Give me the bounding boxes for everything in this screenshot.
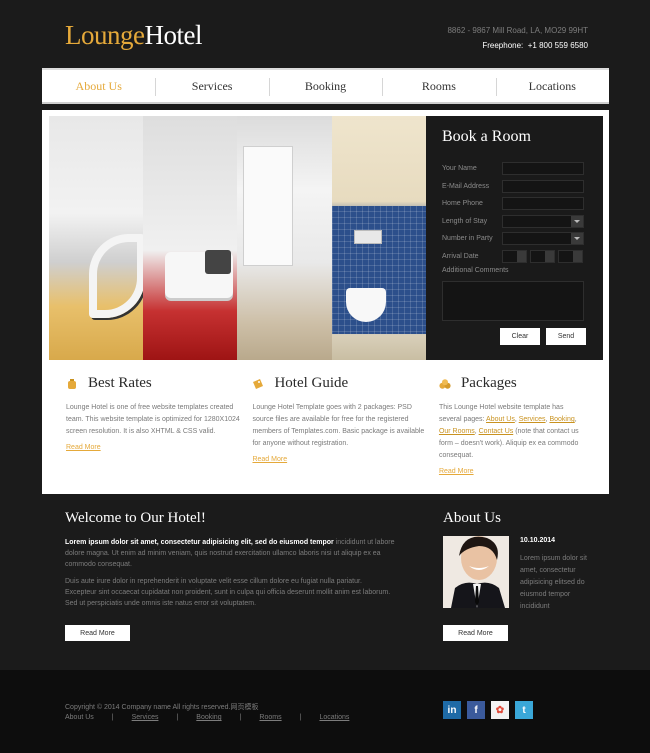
logo[interactable]: LoungeHotel bbox=[65, 20, 202, 51]
welcome-read-more-button[interactable]: Read More bbox=[65, 625, 130, 641]
read-more-link[interactable]: Read More bbox=[439, 468, 586, 475]
read-more-link[interactable]: Read More bbox=[252, 456, 428, 463]
about-read-more-button[interactable]: Read More bbox=[443, 625, 508, 641]
hero-strip-lounge bbox=[143, 116, 237, 360]
footer-link-rooms[interactable]: Rooms bbox=[259, 714, 281, 721]
footer-separator: | bbox=[299, 714, 302, 721]
coins-icon bbox=[439, 378, 451, 389]
linkedin-icon[interactable]: in bbox=[443, 701, 461, 719]
feature-title: Best Rates bbox=[88, 375, 152, 391]
footer-link-booking[interactable]: Booking bbox=[196, 714, 221, 721]
ticket-icon bbox=[253, 378, 264, 389]
hero-strip-living-room bbox=[49, 116, 143, 360]
stay-label: Length of Stay bbox=[442, 217, 488, 225]
booking-title: Book a Room bbox=[442, 128, 531, 145]
staff-photo bbox=[443, 536, 509, 608]
link-about-us[interactable]: About Us bbox=[486, 416, 515, 423]
link-services[interactable]: Services bbox=[519, 416, 546, 423]
footer: Copyright © 2014 Company name All rights… bbox=[0, 670, 650, 753]
feature-text: This Lounge Hotel website template has s… bbox=[438, 404, 579, 459]
logo-part2: Hotel bbox=[144, 20, 202, 50]
window-shape bbox=[243, 146, 293, 266]
footer-link-about-us[interactable]: About Us bbox=[65, 714, 94, 721]
chair-shape bbox=[89, 234, 143, 318]
welcome-paragraph: Duis aute irure dolor in reprehenderit i… bbox=[65, 578, 391, 607]
staff-portrait-icon bbox=[443, 536, 509, 608]
copyright: Copyright © 2014 Company name All rights… bbox=[65, 704, 259, 711]
nav-about-us[interactable]: About Us bbox=[42, 70, 155, 102]
main-panel: Book a Room Your Name E-Mail Address Hom… bbox=[42, 110, 609, 494]
comments-textarea[interactable] bbox=[442, 281, 584, 321]
welcome-section: Welcome to Our Hotel! Lorem ipsum dolor … bbox=[65, 510, 395, 609]
footer-separator: | bbox=[111, 714, 114, 721]
nav-locations[interactable]: Locations bbox=[495, 70, 609, 102]
hero-strip-hall bbox=[237, 116, 332, 360]
feature-title: Packages bbox=[460, 375, 517, 391]
phone-label: Home Phone bbox=[442, 200, 483, 208]
arrival-date bbox=[502, 249, 583, 263]
freephone-number: +1 800 559 6580 bbox=[527, 41, 588, 50]
comments-label: Additional Comments bbox=[442, 267, 509, 274]
feature-text: Lounge Hotel Template goes with 2 packag… bbox=[252, 404, 425, 447]
booking-form: Book a Room Your Name E-Mail Address Hom… bbox=[426, 116, 603, 360]
features: Best Rates Lounge Hotel is one of free w… bbox=[66, 375, 596, 475]
feature-hotel-guide: Hotel Guide Lounge Hotel Template goes w… bbox=[252, 375, 438, 475]
feature-text: Lounge Hotel is one of free website temp… bbox=[66, 404, 240, 435]
picasa-icon[interactable]: ✿ bbox=[491, 701, 509, 719]
email-label: E-Mail Address bbox=[442, 182, 490, 190]
about-date: 10.10.2014 bbox=[520, 537, 556, 544]
footer-separator: | bbox=[239, 714, 242, 721]
contact-info: 8862 - 9867 Mill Road, LA, MO29 99HT Fre… bbox=[447, 23, 588, 53]
arrival-day-select[interactable] bbox=[530, 249, 555, 263]
party-label: Number in Party bbox=[442, 235, 493, 243]
about-title: About Us bbox=[443, 510, 501, 526]
name-label: Your Name bbox=[442, 165, 477, 173]
nav-services[interactable]: Services bbox=[155, 70, 268, 102]
welcome-lead-bold: Lorem ipsum dolor sit amet, consectetur … bbox=[65, 539, 334, 546]
freephone: Freephone: +1 800 559 6580 bbox=[447, 38, 588, 53]
date-label: Arrival Date bbox=[442, 252, 479, 260]
logo-part1: Lounge bbox=[65, 20, 145, 50]
about-section: About Us 10.10.2014 Lorem ipsum dolor si… bbox=[443, 510, 593, 610]
link-contact-us[interactable]: Contact Us bbox=[479, 428, 514, 435]
phone-field[interactable] bbox=[502, 197, 584, 211]
footer-links: About Us | Services | Booking | Rooms | … bbox=[65, 714, 349, 721]
about-text: Lorem ipsum dolor sit amet, consectetur … bbox=[520, 555, 587, 610]
chevron-down-icon bbox=[574, 237, 580, 241]
chevron-down-icon bbox=[574, 219, 580, 223]
send-button[interactable]: Send bbox=[546, 328, 586, 345]
party-select[interactable] bbox=[502, 232, 584, 246]
stay-select[interactable] bbox=[502, 214, 584, 228]
main-nav: About Us Services Booking Rooms Location… bbox=[42, 68, 609, 104]
feature-title: Hotel Guide bbox=[274, 375, 349, 391]
money-bag-icon bbox=[68, 378, 76, 389]
feature-best-rates: Best Rates Lounge Hotel is one of free w… bbox=[66, 375, 252, 475]
pillow-shape bbox=[205, 250, 231, 274]
twitter-icon[interactable]: t bbox=[515, 701, 533, 719]
welcome-title: Welcome to Our Hotel! bbox=[65, 510, 206, 526]
address: 8862 - 9867 Mill Road, LA, MO29 99HT bbox=[447, 26, 588, 35]
link-our-rooms[interactable]: Our Rooms bbox=[439, 428, 475, 435]
hero-strip-bathroom bbox=[332, 116, 426, 360]
footer-link-services[interactable]: Services bbox=[132, 714, 159, 721]
social-links: in f ✿ t bbox=[443, 701, 533, 719]
read-more-link[interactable]: Read More bbox=[66, 444, 242, 451]
nav-rooms[interactable]: Rooms bbox=[382, 70, 495, 102]
freephone-label: Freephone: bbox=[482, 41, 524, 50]
footer-link-locations[interactable]: Locations bbox=[319, 714, 349, 721]
nav-booking[interactable]: Booking bbox=[268, 70, 382, 102]
arrival-month-select[interactable] bbox=[502, 249, 527, 263]
hero-image bbox=[49, 116, 426, 360]
email-field[interactable] bbox=[502, 179, 584, 193]
feature-packages: Packages This Lounge Hotel website templ… bbox=[439, 375, 596, 475]
arrival-year-select[interactable] bbox=[558, 249, 583, 263]
clear-button[interactable]: Clear bbox=[500, 328, 540, 345]
name-field[interactable] bbox=[502, 162, 584, 176]
footer-separator: | bbox=[176, 714, 179, 721]
facebook-icon[interactable]: f bbox=[467, 701, 485, 719]
flush-plate-shape bbox=[354, 230, 382, 244]
link-booking[interactable]: Booking bbox=[549, 416, 574, 423]
welcome-lead: Lorem ipsum dolor sit amet, consectetur … bbox=[65, 537, 395, 570]
